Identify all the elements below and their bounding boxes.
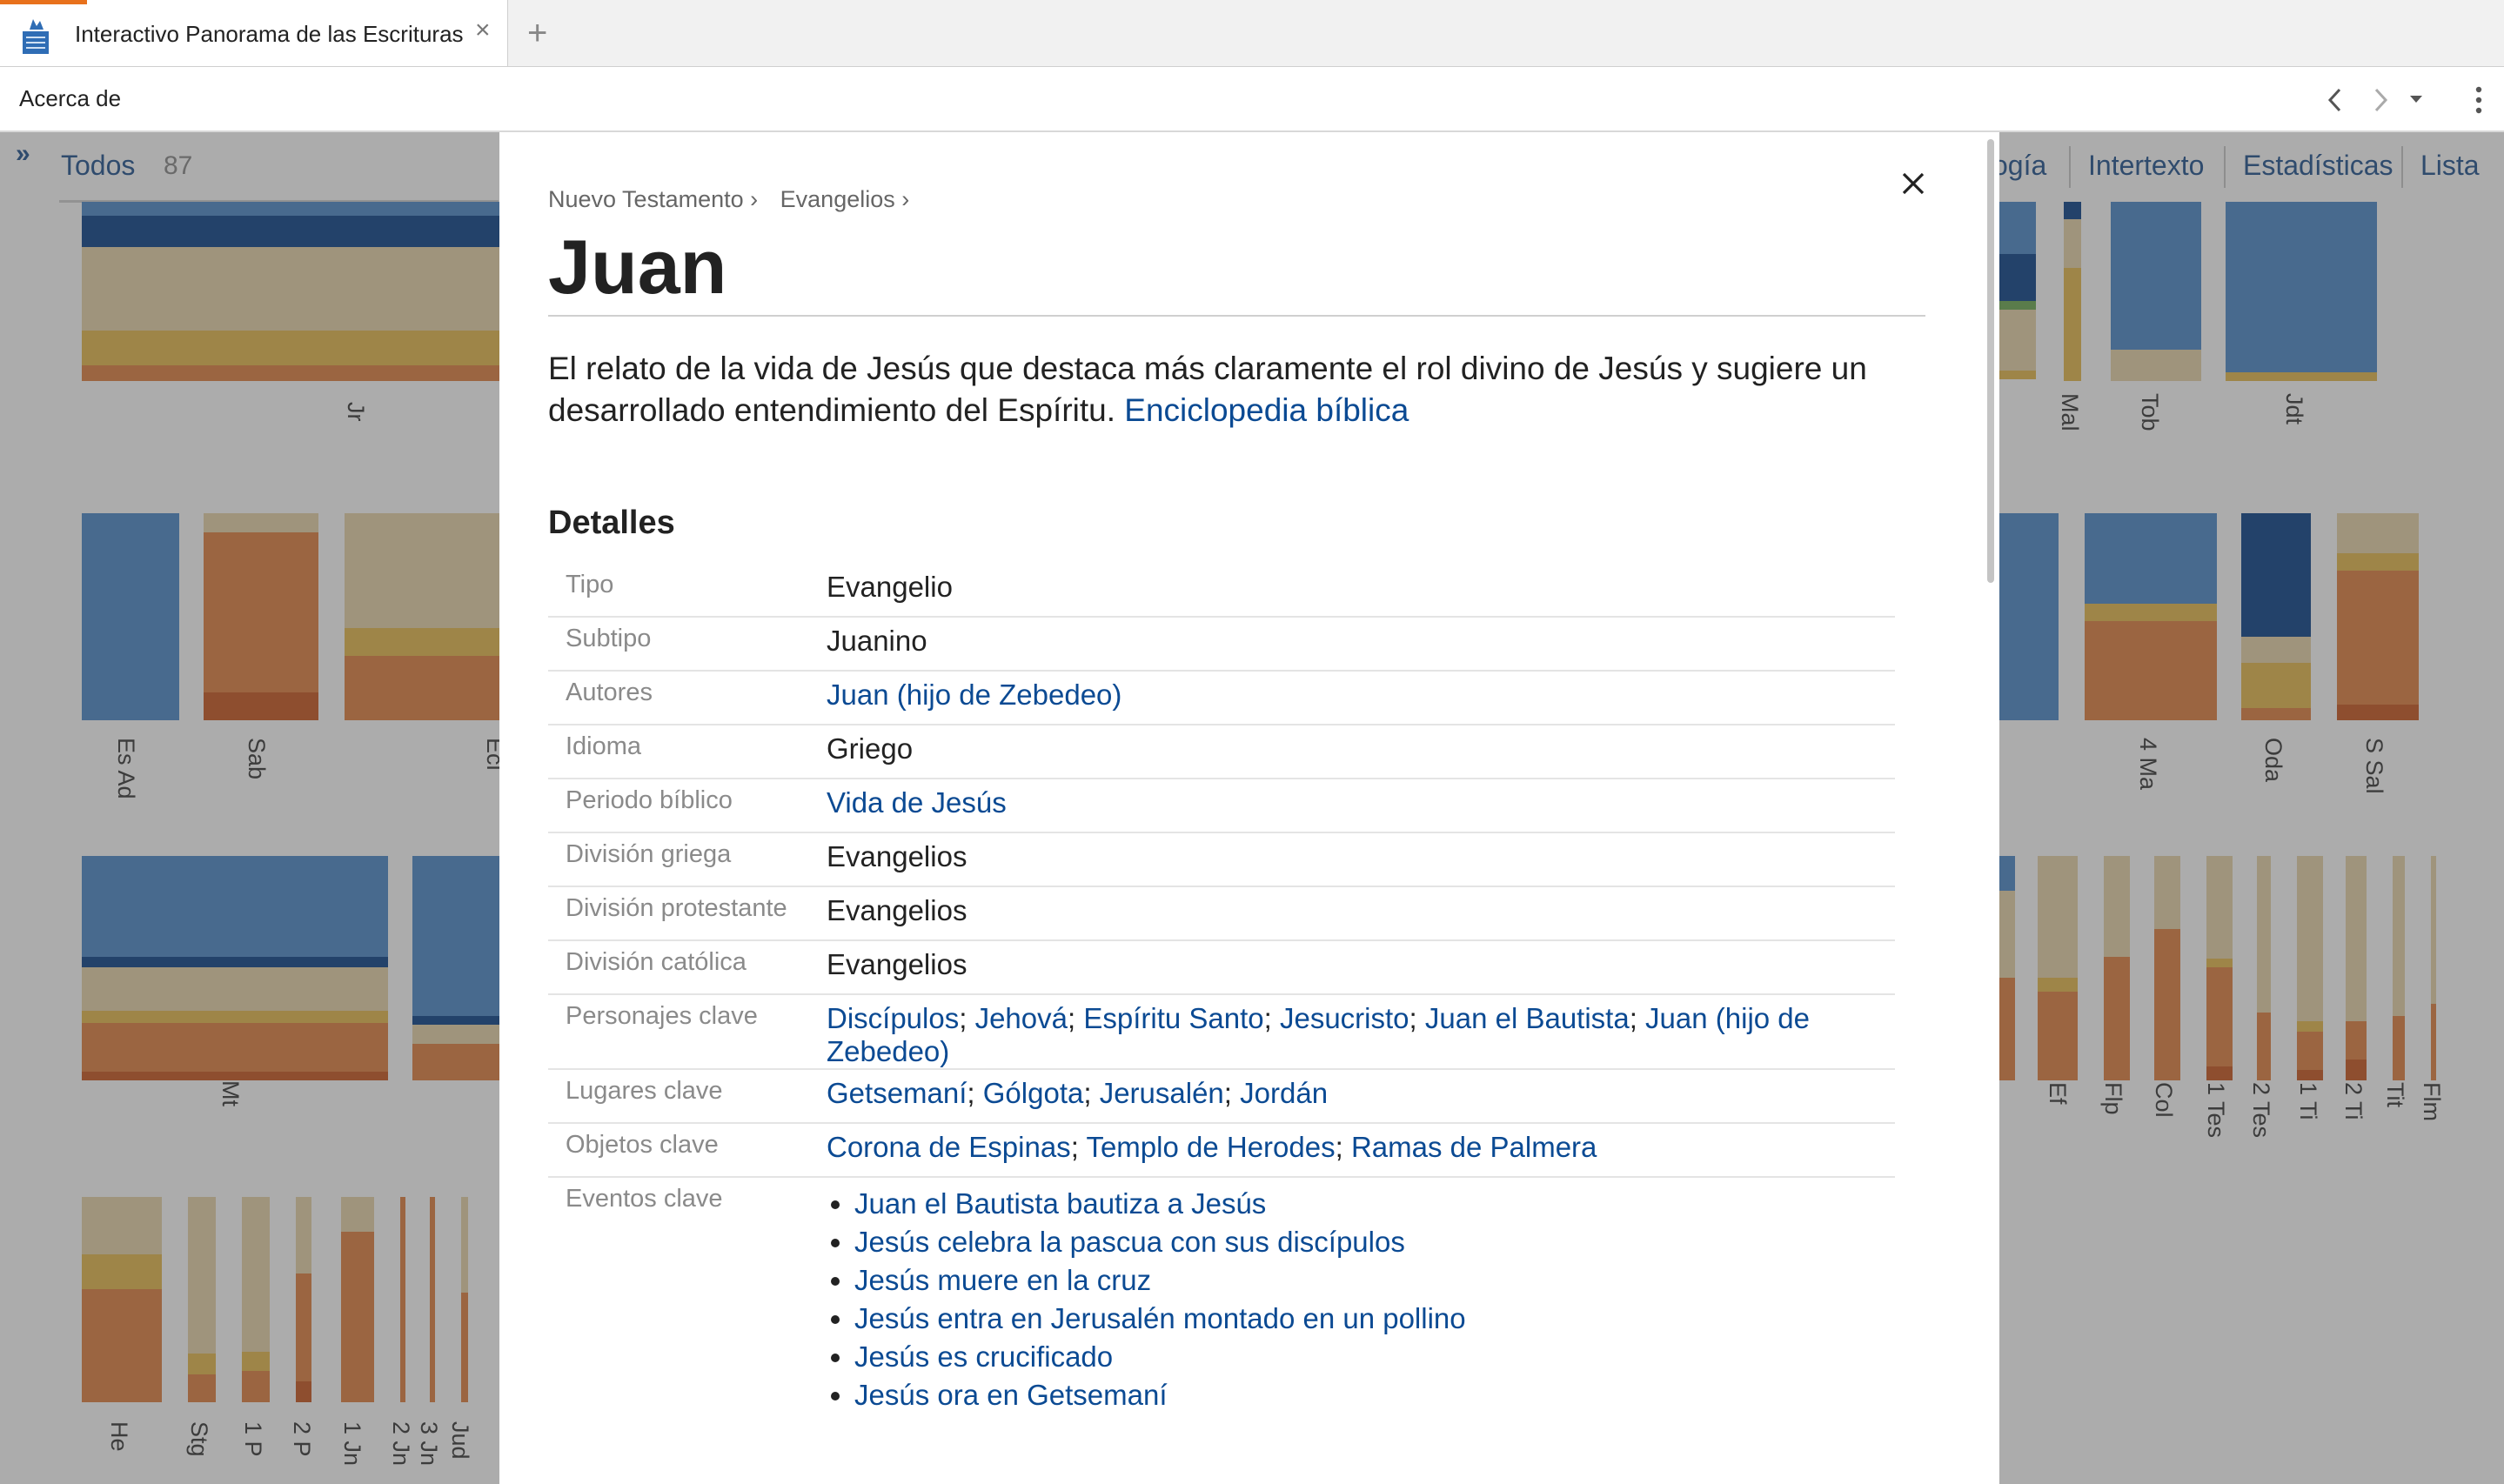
table-row: División católica Evangelios	[548, 940, 1895, 995]
more-vertical-icon[interactable]	[2473, 84, 2485, 116]
book-description: El relato de la vida de Jesús que destac…	[548, 348, 1905, 431]
detail-value: Juanino	[827, 617, 1895, 672]
table-row: Lugares clave Getsemaní; Gólgota; Jerusa…	[548, 1069, 1895, 1124]
place-link[interactable]: Jerusalén	[1100, 1077, 1224, 1109]
detail-value: Juan (hijo de Zebedeo)	[827, 671, 1895, 725]
object-link[interactable]: Templo de Herodes	[1086, 1131, 1335, 1163]
table-row: Tipo Evangelio	[548, 564, 1895, 618]
breadcrumb-evangelios[interactable]: Evangelios ›	[780, 186, 910, 212]
period-link[interactable]: Vida de Jesús	[827, 786, 1007, 819]
character-link[interactable]: Jesucristo	[1280, 1002, 1409, 1034]
list-item[interactable]: Jesús muere en la cruz	[854, 1261, 1895, 1300]
chevron-left-icon[interactable]	[2325, 86, 2346, 114]
event-link[interactable]: Jesús es crucificado	[854, 1340, 1113, 1373]
table-row: Idioma Griego	[548, 725, 1895, 779]
place-link[interactable]: Gólgota	[983, 1077, 1084, 1109]
place-link[interactable]: Getsemaní	[827, 1077, 967, 1109]
about-menu[interactable]: Acerca de	[19, 85, 121, 112]
detail-label: Objetos clave	[548, 1123, 827, 1178]
browser-tab[interactable]: Interactivo Panorama de las Escrituras ×	[0, 0, 508, 66]
detail-value: Evangelios	[827, 832, 1895, 887]
detail-value: Corona de Espinas; Templo de Herodes; Ra…	[827, 1123, 1895, 1178]
event-link[interactable]: Jesús entra en Jerusalén montado en un p…	[854, 1302, 1466, 1334]
tab-close-icon[interactable]: ×	[475, 17, 491, 43]
detail-label: Autores	[548, 671, 827, 725]
place-link[interactable]: Jordán	[1240, 1077, 1328, 1109]
detail-value: Vida de Jesús	[827, 779, 1895, 833]
detail-value: Juan el Bautista bautiza a Jesús Jesús c…	[827, 1177, 1895, 1414]
browser-tab-strip: Interactivo Panorama de las Escrituras ×…	[0, 0, 2504, 67]
detail-value: Getsemaní; Gólgota; Jerusalén; Jordán	[827, 1069, 1895, 1124]
page-title: Juan	[548, 224, 727, 310]
toolbar: Acerca de	[0, 67, 2504, 132]
author-link[interactable]: Juan (hijo de Zebedeo)	[827, 678, 1121, 711]
details-heading: Detalles	[548, 505, 675, 541]
close-icon[interactable]	[1900, 170, 1926, 197]
table-row: División protestante Evangelios	[548, 886, 1895, 941]
list-item[interactable]: Jesús entra en Jerusalén montado en un p…	[854, 1300, 1895, 1338]
events-list: Juan el Bautista bautiza a Jesús Jesús c…	[827, 1185, 1895, 1414]
list-item[interactable]: Jesús es crucificado	[854, 1338, 1895, 1376]
detail-label: División católica	[548, 940, 827, 995]
tab-title: Interactivo Panorama de las Escrituras	[75, 21, 464, 47]
book-detail-dialog: Nuevo Testamento › Evangelios › Juan El …	[499, 132, 1999, 1484]
app-book-icon	[23, 19, 49, 54]
list-item[interactable]: Jesús ora en Getsemaní	[854, 1376, 1895, 1414]
new-tab-button[interactable]: +	[527, 16, 547, 50]
detail-label: Periodo bíblico	[548, 779, 827, 833]
event-link[interactable]: Jesús muere en la cruz	[854, 1264, 1151, 1296]
detail-value: Griego	[827, 725, 1895, 779]
event-link[interactable]: Juan el Bautista bautiza a Jesús	[854, 1187, 1266, 1220]
table-row: Eventos clave Juan el Bautista bautiza a…	[548, 1177, 1895, 1414]
list-item[interactable]: Juan el Bautista bautiza a Jesús	[854, 1185, 1895, 1223]
detail-label: Subtipo	[548, 617, 827, 672]
detail-label: Idioma	[548, 725, 827, 779]
detail-value: Discípulos; Jehová; Espíritu Santo; Jesu…	[827, 994, 1895, 1070]
caret-down-icon[interactable]	[2408, 93, 2424, 105]
dialog-scrollbar[interactable]	[1987, 139, 1994, 583]
character-link[interactable]: Juan el Bautista	[1425, 1002, 1630, 1034]
detail-label: Tipo	[548, 564, 827, 618]
breadcrumb-nuevo-testamento[interactable]: Nuevo Testamento ›	[548, 186, 758, 212]
table-row: División griega Evangelios	[548, 832, 1895, 887]
dialog-scroll-track	[1984, 132, 1999, 1484]
title-divider	[548, 315, 1925, 317]
character-link[interactable]: Jehová	[975, 1002, 1068, 1034]
object-link[interactable]: Ramas de Palmera	[1351, 1131, 1597, 1163]
table-row: Personajes clave Discípulos; Jehová; Esp…	[548, 994, 1895, 1070]
event-link[interactable]: Jesús celebra la pascua con sus discípul…	[854, 1226, 1405, 1258]
breadcrumb: Nuevo Testamento › Evangelios ›	[548, 186, 925, 213]
chevron-right-icon[interactable]	[2370, 86, 2391, 114]
table-row: Periodo bíblico Vida de Jesús	[548, 779, 1895, 833]
table-row: Objetos clave Corona de Espinas; Templo …	[548, 1123, 1895, 1178]
encyclopedia-link[interactable]: Enciclopedia bíblica	[1124, 392, 1409, 428]
list-item[interactable]: Jesús celebra la pascua con sus discípul…	[854, 1223, 1895, 1261]
character-link[interactable]: Discípulos	[827, 1002, 959, 1034]
detail-label: Lugares clave	[548, 1069, 827, 1124]
detail-value: Evangelios	[827, 940, 1895, 995]
table-row: Autores Juan (hijo de Zebedeo)	[548, 671, 1895, 725]
detail-value: Evangelios	[827, 886, 1895, 941]
event-link[interactable]: Jesús ora en Getsemaní	[854, 1379, 1168, 1411]
table-row: Subtipo Juanino	[548, 617, 1895, 672]
object-link[interactable]: Corona de Espinas	[827, 1131, 1071, 1163]
detail-label: Personajes clave	[548, 994, 827, 1070]
detail-label: División griega	[548, 832, 827, 887]
detail-label: Eventos clave	[566, 1185, 723, 1213]
character-link[interactable]: Espíritu Santo	[1083, 1002, 1263, 1034]
tab-accent-bar	[0, 0, 87, 4]
detail-label: División protestante	[548, 886, 827, 941]
detail-value: Evangelio	[827, 564, 1895, 618]
details-table: Tipo Evangelio Subtipo Juanino Autores J…	[548, 564, 1895, 1414]
